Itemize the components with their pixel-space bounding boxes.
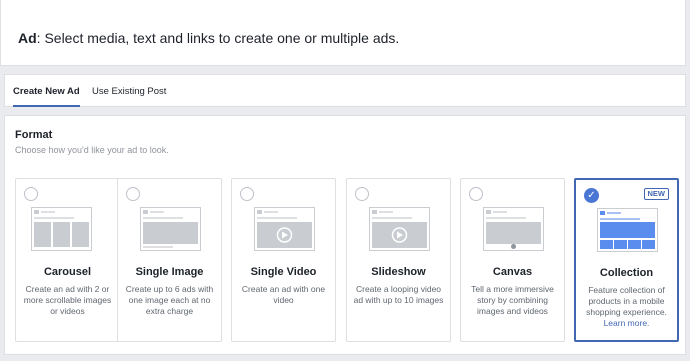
format-card-title: Single Video: [250, 266, 317, 278]
format-card-title: Collection: [599, 267, 654, 279]
format-card-single-video[interactable]: Single Video Create an ad with one video: [231, 178, 336, 342]
format-card-description: Tell a more immersive story by combining…: [471, 284, 554, 316]
format-card-collection[interactable]: ✓ NEW Collection Feature collection of p…: [574, 178, 679, 342]
format-card-slideshow[interactable]: Slideshow Create a looping video ad with…: [346, 178, 451, 342]
format-card-carousel[interactable]: Carousel Create an ad with 2 or more scr…: [15, 178, 120, 342]
format-card-description: Create a looping video ad with up to 10 …: [353, 284, 444, 305]
collection-thumbnail-icon: [597, 208, 658, 252]
tabs-bar: Create New Ad Use Existing Post: [4, 74, 686, 107]
format-radio[interactable]: [355, 187, 369, 201]
tab-use-existing-post[interactable]: Use Existing Post: [92, 75, 166, 107]
new-badge: NEW: [643, 188, 669, 200]
format-card-title: Single Image: [135, 266, 204, 278]
single-video-thumbnail-icon: [254, 207, 315, 251]
format-subtitle: Choose how you'd like your ad to look.: [15, 145, 169, 155]
format-card-single-image[interactable]: Single Image Create up to 6 ads with one…: [117, 178, 222, 342]
format-card-title: Canvas: [492, 266, 533, 278]
check-icon[interactable]: ✓: [584, 188, 599, 203]
format-card-description: Create up to 6 ads with one image each a…: [125, 284, 214, 316]
format-title: Format: [15, 129, 53, 141]
format-radio[interactable]: [240, 187, 254, 201]
slideshow-thumbnail-icon: [369, 207, 430, 251]
format-card-description: Feature collection of products in a mobi…: [582, 285, 671, 329]
format-radio[interactable]: [469, 187, 483, 201]
header-panel: Ad: Select media, text and links to crea…: [0, 0, 686, 66]
page-heading: Ad: Select media, text and links to crea…: [18, 30, 399, 46]
canvas-thumbnail-icon: [483, 207, 544, 251]
ad-label: Ad: [18, 30, 37, 46]
heading-text: : Select media, text and links to create…: [36, 30, 400, 46]
format-card-canvas[interactable]: Canvas Tell a more immersive story by co…: [460, 178, 565, 342]
learn-more-link[interactable]: Learn more.: [604, 318, 650, 328]
format-radio[interactable]: [126, 187, 140, 201]
format-card-description: Create an ad with one video: [241, 284, 326, 305]
format-panel: Format Choose how you'd like your ad to …: [4, 115, 686, 355]
format-card-description: Create an ad with 2 or more scrollable i…: [23, 284, 112, 316]
format-card-title: Carousel: [43, 266, 92, 278]
carousel-thumbnail-icon: [31, 207, 92, 251]
format-radio[interactable]: [24, 187, 38, 201]
tab-create-new-ad[interactable]: Create New Ad: [13, 75, 80, 107]
format-card-title: Slideshow: [371, 266, 426, 278]
single-image-thumbnail-icon: [140, 207, 201, 251]
collection-description-text: Feature collection of products in a mobi…: [586, 285, 667, 317]
